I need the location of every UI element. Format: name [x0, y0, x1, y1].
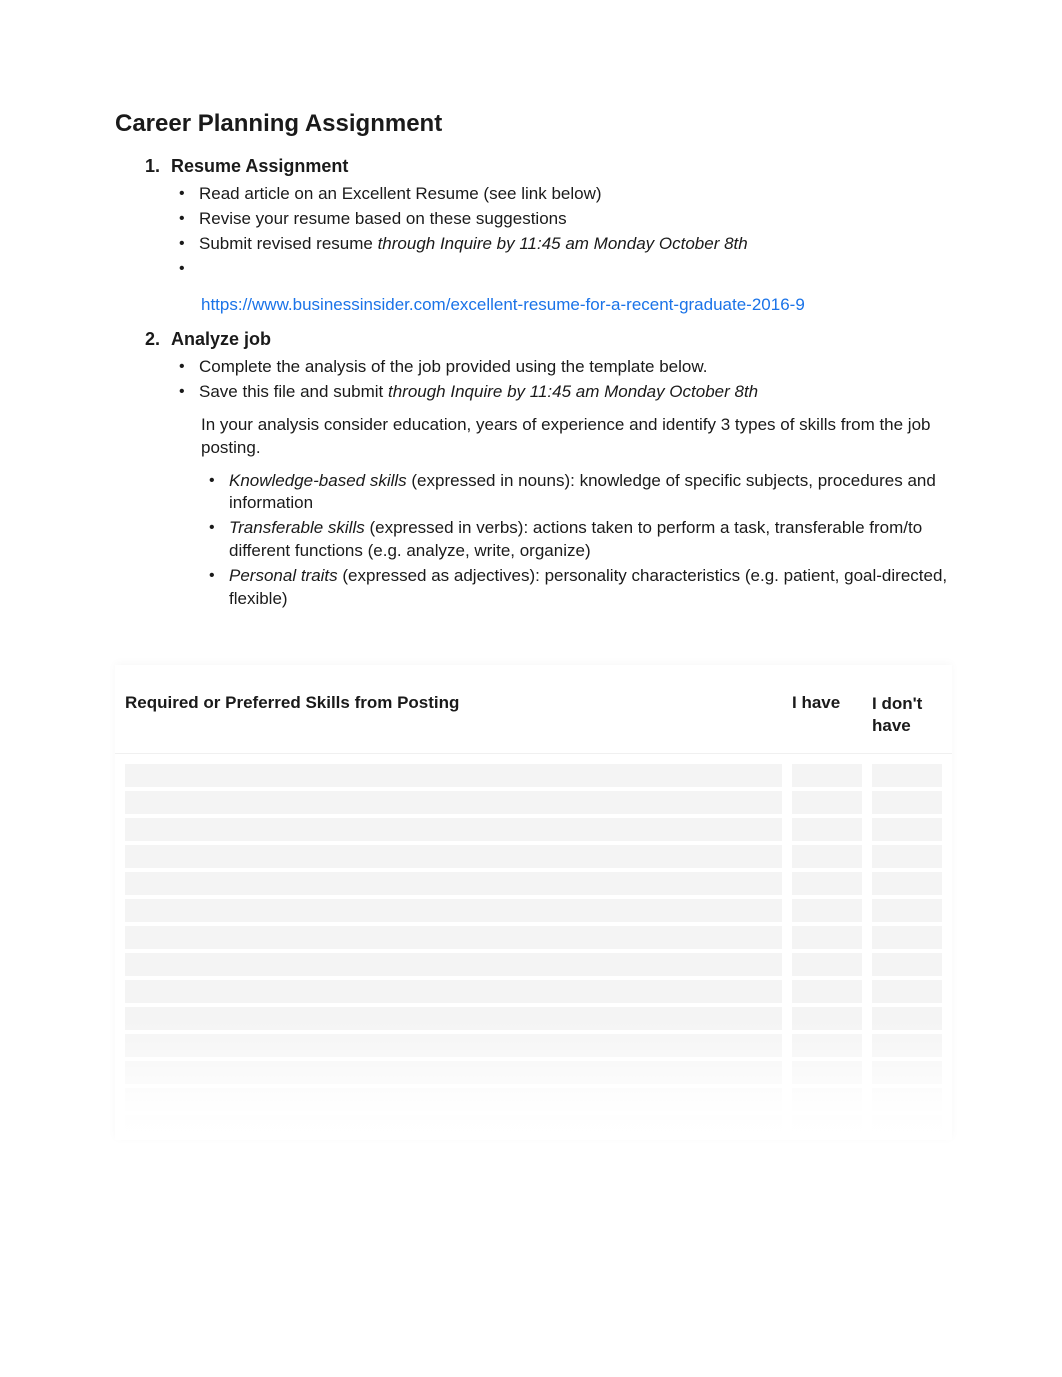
column-header-have: I have [792, 693, 862, 737]
have-cell[interactable] [792, 1115, 862, 1138]
dont-have-cell[interactable] [872, 953, 942, 976]
table-row [125, 1113, 942, 1140]
article-link[interactable]: https://www.businessinsider.com/excellen… [201, 295, 952, 315]
dont-have-cell[interactable] [872, 899, 942, 922]
dont-have-cell[interactable] [872, 1115, 942, 1138]
have-cell[interactable] [792, 872, 862, 895]
bullet-text: Submit revised resume [199, 234, 378, 253]
assignment-list: 1. Resume Assignment Read article on an … [115, 156, 952, 611]
have-cell[interactable] [792, 764, 862, 787]
bullet-item: Complete the analysis of the job provide… [171, 356, 952, 379]
dont-have-cell[interactable] [872, 818, 942, 841]
table-row [125, 1086, 942, 1113]
analyze-bullets: Complete the analysis of the job provide… [145, 356, 952, 404]
skill-cell[interactable] [125, 764, 782, 787]
skill-cell[interactable] [125, 1115, 782, 1138]
table-header-row: Required or Preferred Skills from Postin… [115, 665, 952, 754]
table-body [115, 754, 952, 1140]
skill-cell[interactable] [125, 1007, 782, 1030]
dont-have-cell[interactable] [872, 980, 942, 1003]
bullet-italic: through Inquire by 11:45 am Monday Octob… [388, 382, 758, 401]
skill-cell[interactable] [125, 818, 782, 841]
section-number: 1. [145, 156, 171, 177]
table-row [125, 816, 942, 843]
skill-type-item: Knowledge-based skills (expressed in nou… [201, 470, 952, 516]
have-cell[interactable] [792, 818, 862, 841]
page-title: Career Planning Assignment [115, 110, 952, 138]
have-cell[interactable] [792, 1034, 862, 1057]
skill-cell[interactable] [125, 953, 782, 976]
skill-cell[interactable] [125, 845, 782, 868]
bullet-item: Read article on an Excellent Resume (see… [171, 183, 952, 206]
have-cell[interactable] [792, 953, 862, 976]
skill-cell[interactable] [125, 1034, 782, 1057]
skill-desc: (expressed as adjectives): personality c… [229, 566, 947, 608]
skill-cell[interactable] [125, 1061, 782, 1084]
dont-have-cell[interactable] [872, 791, 942, 814]
skill-type-item: Personal traits (expressed as adjectives… [201, 565, 952, 611]
skills-table: Required or Preferred Skills from Postin… [115, 665, 952, 1140]
table-row [125, 870, 942, 897]
bullet-item-empty [171, 258, 952, 281]
skill-cell[interactable] [125, 791, 782, 814]
skill-cell[interactable] [125, 872, 782, 895]
table-row [125, 1059, 942, 1086]
column-header-skills: Required or Preferred Skills from Postin… [125, 693, 792, 737]
have-cell[interactable] [792, 1061, 862, 1084]
have-cell[interactable] [792, 926, 862, 949]
bullet-text: Save this file and submit [199, 382, 388, 401]
have-cell[interactable] [792, 899, 862, 922]
bullet-item: Save this file and submit through Inquir… [171, 381, 952, 404]
dont-have-cell[interactable] [872, 845, 942, 868]
table-row [125, 897, 942, 924]
table-row [125, 978, 942, 1005]
skill-name: Knowledge-based skills [229, 471, 407, 490]
skill-cell[interactable] [125, 899, 782, 922]
section-resume: 1. Resume Assignment Read article on an … [145, 156, 952, 315]
table-row [125, 951, 942, 978]
bullet-italic: through Inquire by 11:45 am Monday Octob… [378, 234, 748, 253]
skill-name: Personal traits [229, 566, 338, 585]
table-row [125, 924, 942, 951]
skill-name: Transferable skills [229, 518, 365, 537]
skill-types-list: Knowledge-based skills (expressed in nou… [145, 470, 952, 612]
bullet-item: Revise your resume based on these sugges… [171, 208, 952, 231]
have-cell[interactable] [792, 1088, 862, 1111]
table-row [125, 1005, 942, 1032]
bullet-item: Submit revised resume through Inquire by… [171, 233, 952, 256]
skill-cell[interactable] [125, 980, 782, 1003]
have-cell[interactable] [792, 980, 862, 1003]
dont-have-cell[interactable] [872, 764, 942, 787]
skill-cell[interactable] [125, 1088, 782, 1111]
resume-bullets: Read article on an Excellent Resume (see… [145, 183, 952, 281]
dont-have-cell[interactable] [872, 926, 942, 949]
section-analyze: 2. Analyze job Complete the analysis of … [145, 329, 952, 611]
table-row [125, 843, 942, 870]
section-heading: Resume Assignment [171, 156, 348, 177]
section-number: 2. [145, 329, 171, 350]
column-header-donthave: I don't have [872, 693, 942, 737]
dont-have-cell[interactable] [872, 1007, 942, 1030]
dont-have-cell[interactable] [872, 1088, 942, 1111]
have-cell[interactable] [792, 791, 862, 814]
table-row [125, 762, 942, 789]
skill-type-item: Transferable skills (expressed in verbs)… [201, 517, 952, 563]
dont-have-cell[interactable] [872, 1034, 942, 1057]
dont-have-cell[interactable] [872, 1061, 942, 1084]
dont-have-cell[interactable] [872, 872, 942, 895]
have-cell[interactable] [792, 1007, 862, 1030]
analysis-paragraph: In your analysis consider education, yea… [201, 414, 952, 460]
section-heading: Analyze job [171, 329, 271, 350]
table-row [125, 789, 942, 816]
table-row [125, 1032, 942, 1059]
have-cell[interactable] [792, 845, 862, 868]
skill-cell[interactable] [125, 926, 782, 949]
